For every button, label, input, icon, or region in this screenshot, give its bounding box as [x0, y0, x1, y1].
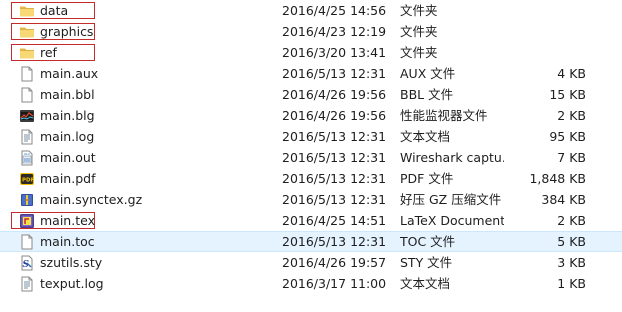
file-date-modified: 2016/4/25 14:51 [282, 213, 387, 228]
file-size: 3 KB [557, 255, 586, 270]
blank-file-icon [19, 66, 35, 82]
text-file-icon [19, 129, 35, 145]
file-name: main.bbl [40, 87, 95, 102]
file-list: data 2016/4/25 14:56 文件夹 graphics 2016/4/23 … [0, 0, 622, 294]
file-date-modified: 2016/4/26 19:56 [282, 108, 387, 123]
file-row[interactable]: ref 2016/3/20 13:41 文件夹 [0, 42, 622, 63]
file-row[interactable]: texput.log 2016/3/17 11:00 文本文档 1 KB [0, 273, 622, 294]
archive-file-icon [19, 192, 35, 208]
wireshark-file-icon: 010 [19, 150, 35, 166]
file-row[interactable]: main.bbl 2016/4/26 19:56 BBL 文件 15 KB [0, 84, 622, 105]
file-name: ref [40, 45, 57, 60]
file-date-modified: 2016/5/13 12:31 [282, 192, 387, 207]
file-name: main.out [40, 150, 96, 165]
file-date-modified: 2016/3/20 13:41 [282, 45, 387, 60]
pdf-file-icon: PDF [19, 171, 35, 187]
file-type: TOC 文件 [400, 234, 456, 249]
folder-icon [19, 24, 35, 40]
file-date-modified: 2016/4/25 14:56 [282, 3, 387, 18]
file-date-modified: 2016/4/26 19:57 [282, 255, 387, 270]
file-row[interactable]: 010 main.out 2016/5/13 12:31 Wireshark capt… [0, 147, 622, 168]
file-size: 1 KB [557, 276, 586, 291]
file-name: data [40, 3, 69, 18]
file-row[interactable]: main.log 2016/5/13 12:31 文本文档 95 KB [0, 126, 622, 147]
file-type: 文件夹 [400, 45, 438, 60]
file-date-modified: 2016/5/13 12:31 [282, 150, 387, 165]
file-name: main.aux [40, 66, 99, 81]
latex-file-icon [19, 213, 35, 229]
file-type: Wireshark captu... [400, 150, 504, 165]
file-size: 15 KB [549, 87, 586, 102]
file-type: 性能监视器文件 [400, 108, 488, 123]
file-date-modified: 2016/4/26 19:56 [282, 87, 387, 102]
file-name: main.toc [40, 234, 95, 249]
perfmon-file-icon [19, 108, 35, 124]
file-type: LaTeX Document [400, 213, 504, 228]
file-row[interactable]: Sszutils.sty 2016/4/26 19:57 STY 文件 3 KB [0, 252, 622, 273]
blank-file-icon [19, 234, 35, 250]
folder-icon [19, 3, 35, 19]
sty-file-icon: S [19, 255, 35, 271]
file-size: 2 KB [557, 213, 586, 228]
file-name: main.blg [40, 108, 95, 123]
file-date-modified: 2016/5/13 12:31 [282, 171, 387, 186]
blank-file-icon [19, 87, 35, 103]
file-date-modified: 2016/3/17 11:00 [282, 276, 387, 291]
file-date-modified: 2016/5/13 12:31 [282, 234, 387, 249]
file-name: main.tex [40, 213, 95, 228]
file-row[interactable]: main.aux 2016/5/13 12:31 AUX 文件 4 KB [0, 63, 622, 84]
text-file-icon [19, 276, 35, 292]
file-date-modified: 2016/5/13 12:31 [282, 66, 387, 81]
file-date-modified: 2016/5/13 12:31 [282, 129, 387, 144]
file-type: AUX 文件 [400, 66, 456, 81]
file-row[interactable]: main.tex 2016/4/25 14:51 LaTeX Document 2 K… [0, 210, 622, 231]
file-size: 4 KB [557, 66, 586, 81]
file-size: 2 KB [557, 108, 586, 123]
file-size: 7 KB [557, 150, 586, 165]
file-row[interactable]: graphics 2016/4/23 12:19 文件夹 [0, 21, 622, 42]
svg-text:PDF: PDF [22, 178, 35, 184]
file-name: szutils.sty [40, 255, 103, 270]
file-type: 文件夹 [400, 24, 438, 39]
file-type: 文件夹 [400, 3, 438, 18]
file-type: 文本文档 [400, 129, 451, 144]
file-row[interactable]: main.synctex.gz 2016/5/13 12:31 好压 GZ 压缩文件… [0, 189, 622, 210]
file-size: 95 KB [549, 129, 586, 144]
file-type: 好压 GZ 压缩文件 [400, 192, 502, 207]
file-row[interactable]: main.toc 2016/5/13 12:31 TOC 文件 5 KB [0, 231, 622, 252]
file-type: BBL 文件 [400, 87, 454, 102]
file-row[interactable]: PDF main.pdf 2016/5/13 12:31 PDF 文件 1,848 KB [0, 168, 622, 189]
file-row[interactable]: main.blg 2016/4/26 19:56 性能监视器文件 2 KB [0, 105, 622, 126]
file-size: 384 KB [541, 192, 586, 207]
file-name: graphics [40, 24, 94, 39]
file-row[interactable]: data 2016/4/25 14:56 文件夹 [0, 0, 622, 21]
file-name: main.synctex.gz [40, 192, 143, 207]
svg-text:010: 010 [24, 152, 30, 156]
file-size: 5 KB [557, 234, 586, 249]
file-type: 文本文档 [400, 276, 451, 291]
file-size: 1,848 KB [529, 171, 586, 186]
file-date-modified: 2016/4/23 12:19 [282, 24, 387, 39]
file-name: texput.log [40, 276, 104, 291]
file-name: main.log [40, 129, 95, 144]
folder-icon [19, 45, 35, 61]
file-type: PDF 文件 [400, 171, 454, 186]
file-name: main.pdf [40, 171, 96, 186]
file-type: STY 文件 [400, 255, 453, 270]
